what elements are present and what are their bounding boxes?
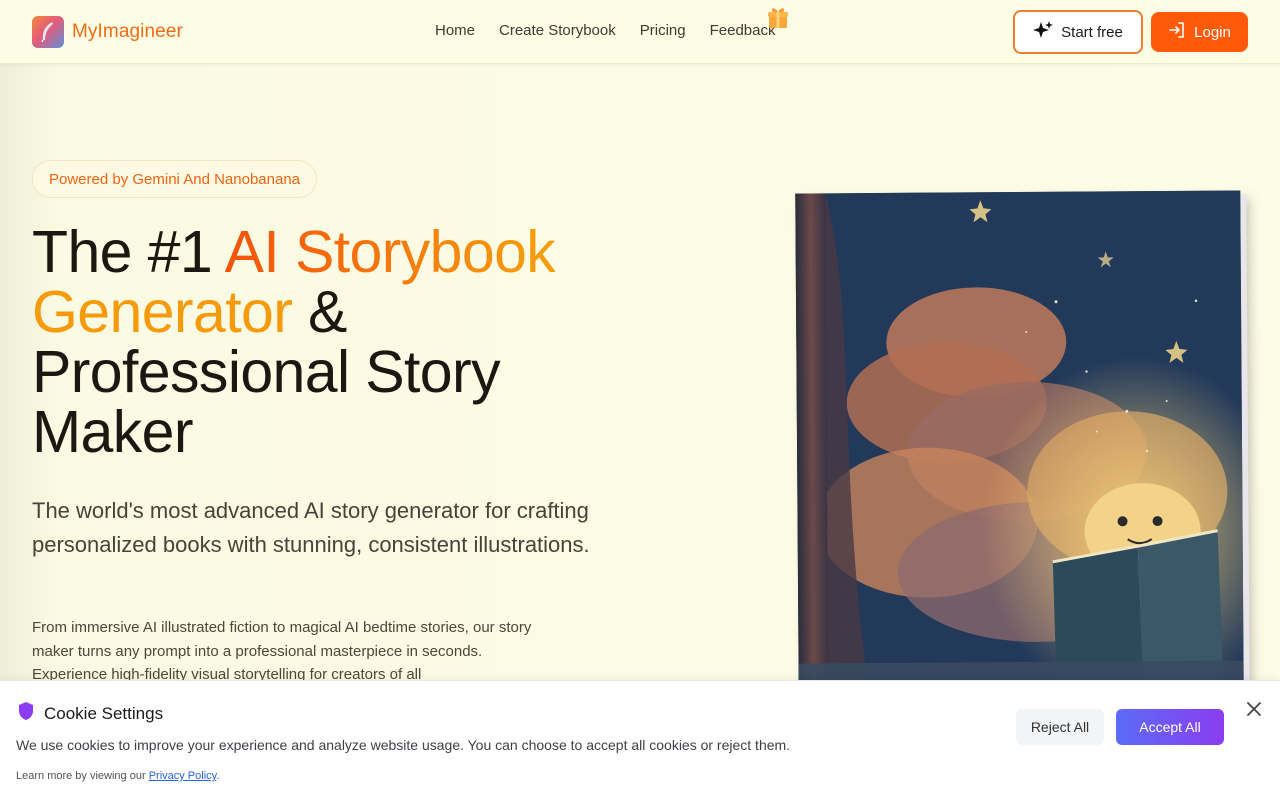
hero-title-highlight1: AI Storybook (224, 219, 556, 285)
hero-title-part1: The #1 (32, 219, 225, 285)
cookie-title-row: Cookie Settings (16, 701, 163, 726)
cookie-learn-prefix: Learn more by viewing our (16, 770, 149, 782)
hero-title: The #1 AI Storybook Generator & Professi… (32, 222, 632, 462)
nav-pricing[interactable]: Pricing (640, 22, 686, 39)
hero-title-part4: Maker (32, 399, 194, 465)
sparkle-icon (1033, 20, 1054, 44)
site-header: MyImagineer Home Create Storybook Pricin… (0, 0, 1280, 64)
start-free-label: Start free (1061, 23, 1123, 41)
close-icon[interactable] (1244, 699, 1264, 719)
cookie-banner: Cookie Settings We use cookies to improv… (0, 680, 1280, 800)
hero-subtitle: The world's most advanced AI story gener… (32, 498, 590, 557)
powered-by-badge: Powered by Gemini And Nanobanana (32, 160, 318, 198)
hero-title-part3: Professional Story (32, 339, 501, 405)
start-free-button[interactable]: Start free (1013, 10, 1143, 54)
shield-icon (16, 701, 36, 726)
login-arrow-icon (1168, 21, 1186, 43)
brand-logo[interactable]: MyImagineer (32, 16, 183, 48)
hero-title-part2: & (292, 279, 347, 345)
gift-icon (765, 4, 791, 30)
cookie-description: We use cookies to improve your experienc… (16, 737, 791, 753)
nav-create-storybook[interactable]: Create Storybook (499, 22, 616, 39)
storybook-cover-illustration (795, 190, 1250, 694)
cookie-learn-suffix: . (216, 770, 220, 782)
hero-title-highlight2: Generator (32, 279, 293, 345)
accept-all-button[interactable]: Accept All (1116, 709, 1224, 745)
feather-quill-icon (32, 16, 64, 48)
reject-all-button[interactable]: Reject All (1016, 709, 1104, 745)
cookie-title: Cookie Settings (44, 703, 164, 723)
brand-name: MyImagineer (72, 21, 183, 42)
main-nav: Home Create Storybook Pricing Feedback (435, 22, 775, 39)
hero-body: From immersive AI illustrated fiction to… (32, 619, 532, 683)
cookie-learn-more: Learn more by viewing our Privacy Policy… (16, 770, 219, 782)
login-button[interactable]: Login (1151, 12, 1248, 52)
privacy-policy-link[interactable]: Privacy Policy (149, 770, 217, 782)
login-label: Login (1194, 23, 1231, 41)
book-cover (795, 190, 1244, 694)
nav-home[interactable]: Home (435, 22, 475, 39)
